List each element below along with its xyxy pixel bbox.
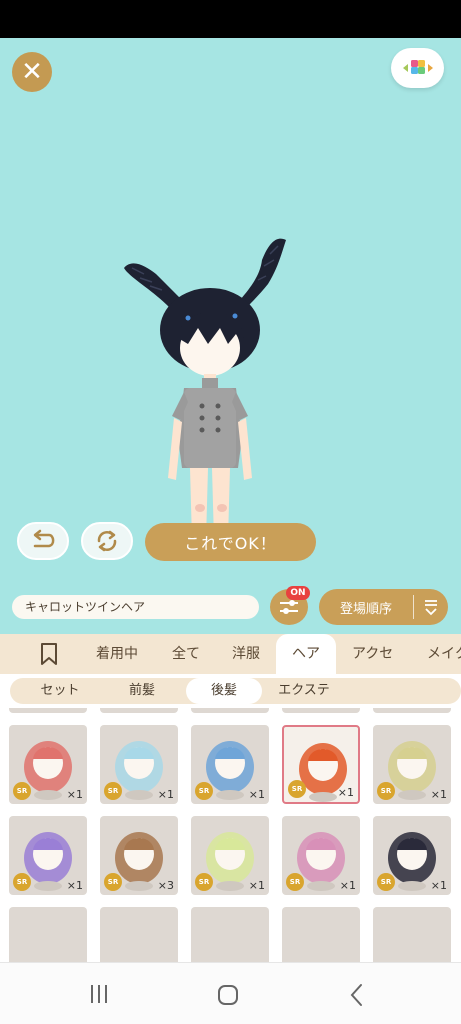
- sort-direction-icon[interactable]: [414, 598, 448, 616]
- rarity-badge: SR: [13, 782, 31, 800]
- hair-item-card[interactable]: [373, 907, 451, 962]
- sliders-icon: [280, 600, 298, 614]
- bookmark-icon: [41, 643, 57, 665]
- subtab-front-hair[interactable]: 前髪: [106, 678, 178, 704]
- sort-order-label: 登場順序: [339, 601, 392, 617]
- hair-item-card[interactable]: SR ×1: [282, 816, 360, 895]
- hair-item-card[interactable]: [191, 708, 269, 713]
- filter-on-badge: ON: [286, 586, 310, 600]
- rarity-badge: SR: [104, 873, 122, 891]
- tab-clothes[interactable]: 洋服: [232, 634, 260, 674]
- rarity-badge: SR: [288, 780, 306, 798]
- item-quantity: ×1: [248, 879, 265, 892]
- hair-item-card[interactable]: SR ×1: [100, 725, 178, 804]
- undo-button[interactable]: [17, 522, 69, 560]
- hair-item-card[interactable]: SR ×1: [9, 725, 87, 804]
- back-icon[interactable]: [346, 983, 368, 1007]
- rarity-badge: SR: [377, 873, 395, 891]
- color-palette-button[interactable]: [391, 48, 444, 88]
- tab-all[interactable]: 全て: [172, 634, 200, 674]
- rarity-badge: SR: [195, 873, 213, 891]
- rotate-button[interactable]: [81, 522, 133, 560]
- confirm-ok-button[interactable]: これでOK！: [145, 523, 316, 561]
- rotate-icon: [97, 530, 117, 552]
- item-quantity: ×1: [430, 879, 447, 892]
- sort-order-button[interactable]: 登場順序: [319, 589, 448, 625]
- tab-accessory[interactable]: アクセ: [352, 634, 393, 674]
- undo-icon: [33, 529, 55, 548]
- category-tabs: 着用中 全て 洋服 ヘア アクセ メイク: [0, 634, 461, 674]
- system-navigation-bar: [0, 962, 461, 1024]
- hair-item-card[interactable]: SR ×1: [373, 725, 451, 804]
- tab-bookmark[interactable]: [38, 634, 64, 674]
- item-quantity: ×1: [430, 788, 447, 801]
- hair-item-card[interactable]: [282, 907, 360, 962]
- tab-makeup[interactable]: メイク: [427, 634, 461, 674]
- hair-subtabs: セット 前髪 後髪 エクステ: [0, 674, 461, 708]
- item-quantity: ×1: [248, 788, 265, 801]
- item-grid: SR ×1 SR ×1 SR ×1 SR ×1 SR ×1 SR ×1 SR ×3 SR ×1 SR ×1 SR ×1: [0, 708, 461, 962]
- subtab-bar: セット 前髪 後髪 エクステ: [10, 678, 461, 704]
- rarity-badge: SR: [104, 782, 122, 800]
- close-button[interactable]: ✕: [12, 52, 52, 92]
- avatar-stage: ✕ これでOK！: [0, 38, 461, 580]
- home-icon[interactable]: [216, 983, 240, 1007]
- hair-item-card[interactable]: SR ×1: [191, 725, 269, 804]
- close-icon: ✕: [21, 57, 43, 87]
- color-palette-icon: [402, 60, 433, 74]
- hair-item-card[interactable]: [9, 708, 87, 713]
- item-quantity: ×1: [337, 786, 354, 799]
- rarity-badge: SR: [13, 873, 31, 891]
- item-quantity: ×1: [339, 879, 356, 892]
- subtab-extensions[interactable]: エクステ: [268, 678, 340, 704]
- tab-wearing[interactable]: 着用中: [96, 634, 138, 674]
- hair-item-card[interactable]: [9, 907, 87, 962]
- item-toolbar: キャロットツインヘア ON 登場順序: [0, 580, 461, 634]
- tab-hair[interactable]: ヘア: [276, 634, 336, 674]
- item-name-field: キャロットツインヘア: [12, 595, 259, 619]
- item-quantity: ×1: [66, 879, 83, 892]
- hair-item-card[interactable]: [100, 907, 178, 962]
- status-bar: [0, 0, 461, 38]
- rarity-badge: SR: [377, 782, 395, 800]
- subtab-set[interactable]: セット: [24, 678, 96, 704]
- item-quantity: ×3: [157, 879, 174, 892]
- item-quantity: ×1: [66, 788, 83, 801]
- hair-item-card[interactable]: [373, 708, 451, 713]
- hair-item-card[interactable]: SR ×1: [373, 816, 451, 895]
- hair-item-card[interactable]: SR ×1: [191, 816, 269, 895]
- rarity-badge: SR: [286, 873, 304, 891]
- subtab-back-hair[interactable]: 後髪: [186, 678, 262, 704]
- hair-item-card[interactable]: SR ×1: [9, 816, 87, 895]
- item-quantity: ×1: [157, 788, 174, 801]
- hair-item-card[interactable]: SR ×1: [282, 725, 360, 804]
- hair-item-card[interactable]: [100, 708, 178, 713]
- recent-apps-icon[interactable]: [88, 983, 110, 1005]
- hair-item-card[interactable]: [282, 708, 360, 713]
- avatar-character: [124, 238, 286, 528]
- rarity-badge: SR: [195, 782, 213, 800]
- hair-item-card[interactable]: [191, 907, 269, 962]
- hair-item-card[interactable]: SR ×3: [100, 816, 178, 895]
